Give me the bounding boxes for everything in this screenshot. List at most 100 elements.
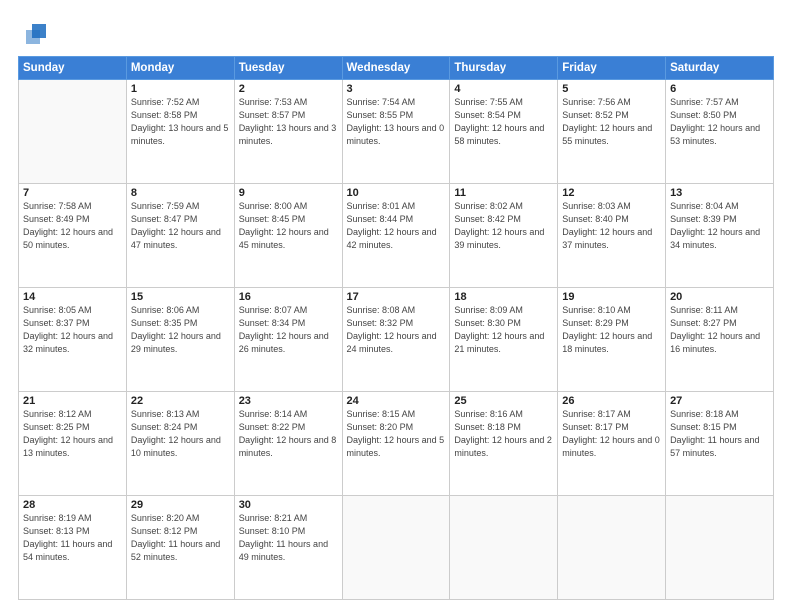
day-number: 11: [454, 187, 553, 199]
day-number: 7: [23, 187, 122, 199]
calendar-day-cell: 3Sunrise: 7:54 AMSunset: 8:55 PMDaylight…: [342, 80, 450, 184]
calendar-week-row: 1Sunrise: 7:52 AMSunset: 8:58 PMDaylight…: [19, 80, 774, 184]
calendar-day-cell: 19Sunrise: 8:10 AMSunset: 8:29 PMDayligh…: [558, 288, 666, 392]
day-number: 25: [454, 395, 553, 407]
calendar-day-cell: 18Sunrise: 8:09 AMSunset: 8:30 PMDayligh…: [450, 288, 558, 392]
day-number: 30: [239, 499, 338, 511]
day-number: 26: [562, 395, 661, 407]
day-number: 9: [239, 187, 338, 199]
day-number: 12: [562, 187, 661, 199]
day-info: Sunrise: 8:17 AMSunset: 8:17 PMDaylight:…: [562, 408, 661, 460]
day-number: 16: [239, 291, 338, 303]
calendar-day-cell: 23Sunrise: 8:14 AMSunset: 8:22 PMDayligh…: [234, 392, 342, 496]
day-number: 1: [131, 83, 230, 95]
calendar-day-header: Friday: [558, 57, 666, 80]
calendar-day-header: Thursday: [450, 57, 558, 80]
calendar-day-header: Saturday: [666, 57, 774, 80]
day-info: Sunrise: 8:21 AMSunset: 8:10 PMDaylight:…: [239, 512, 338, 564]
day-number: 14: [23, 291, 122, 303]
day-info: Sunrise: 7:55 AMSunset: 8:54 PMDaylight:…: [454, 96, 553, 148]
day-number: 22: [131, 395, 230, 407]
day-number: 4: [454, 83, 553, 95]
day-info: Sunrise: 8:18 AMSunset: 8:15 PMDaylight:…: [670, 408, 769, 460]
calendar-day-header: Sunday: [19, 57, 127, 80]
calendar-header-row: SundayMondayTuesdayWednesdayThursdayFrid…: [19, 57, 774, 80]
day-number: 27: [670, 395, 769, 407]
calendar-week-row: 14Sunrise: 8:05 AMSunset: 8:37 PMDayligh…: [19, 288, 774, 392]
day-info: Sunrise: 8:16 AMSunset: 8:18 PMDaylight:…: [454, 408, 553, 460]
day-number: 23: [239, 395, 338, 407]
day-info: Sunrise: 8:00 AMSunset: 8:45 PMDaylight:…: [239, 200, 338, 252]
calendar-day-cell: [19, 80, 127, 184]
day-number: 28: [23, 499, 122, 511]
day-number: 24: [347, 395, 446, 407]
day-info: Sunrise: 8:15 AMSunset: 8:20 PMDaylight:…: [347, 408, 446, 460]
calendar-day-cell: 29Sunrise: 8:20 AMSunset: 8:12 PMDayligh…: [126, 496, 234, 600]
calendar-day-cell: 16Sunrise: 8:07 AMSunset: 8:34 PMDayligh…: [234, 288, 342, 392]
calendar-day-cell: [450, 496, 558, 600]
day-info: Sunrise: 8:01 AMSunset: 8:44 PMDaylight:…: [347, 200, 446, 252]
day-number: 6: [670, 83, 769, 95]
day-info: Sunrise: 8:07 AMSunset: 8:34 PMDaylight:…: [239, 304, 338, 356]
day-info: Sunrise: 8:03 AMSunset: 8:40 PMDaylight:…: [562, 200, 661, 252]
calendar-day-cell: 17Sunrise: 8:08 AMSunset: 8:32 PMDayligh…: [342, 288, 450, 392]
calendar-day-cell: 7Sunrise: 7:58 AMSunset: 8:49 PMDaylight…: [19, 184, 127, 288]
day-number: 29: [131, 499, 230, 511]
day-info: Sunrise: 8:19 AMSunset: 8:13 PMDaylight:…: [23, 512, 122, 564]
day-number: 17: [347, 291, 446, 303]
calendar-day-cell: 20Sunrise: 8:11 AMSunset: 8:27 PMDayligh…: [666, 288, 774, 392]
calendar-day-cell: 9Sunrise: 8:00 AMSunset: 8:45 PMDaylight…: [234, 184, 342, 288]
logo: [18, 22, 50, 48]
day-info: Sunrise: 7:53 AMSunset: 8:57 PMDaylight:…: [239, 96, 338, 148]
calendar-day-cell: 24Sunrise: 8:15 AMSunset: 8:20 PMDayligh…: [342, 392, 450, 496]
calendar-day-cell: [342, 496, 450, 600]
day-info: Sunrise: 8:11 AMSunset: 8:27 PMDaylight:…: [670, 304, 769, 356]
day-info: Sunrise: 7:58 AMSunset: 8:49 PMDaylight:…: [23, 200, 122, 252]
calendar-week-row: 7Sunrise: 7:58 AMSunset: 8:49 PMDaylight…: [19, 184, 774, 288]
calendar-day-header: Monday: [126, 57, 234, 80]
calendar-day-cell: 26Sunrise: 8:17 AMSunset: 8:17 PMDayligh…: [558, 392, 666, 496]
day-info: Sunrise: 8:10 AMSunset: 8:29 PMDaylight:…: [562, 304, 661, 356]
day-info: Sunrise: 7:57 AMSunset: 8:50 PMDaylight:…: [670, 96, 769, 148]
day-info: Sunrise: 7:54 AMSunset: 8:55 PMDaylight:…: [347, 96, 446, 148]
day-number: 18: [454, 291, 553, 303]
day-number: 13: [670, 187, 769, 199]
day-info: Sunrise: 8:05 AMSunset: 8:37 PMDaylight:…: [23, 304, 122, 356]
calendar-day-cell: 5Sunrise: 7:56 AMSunset: 8:52 PMDaylight…: [558, 80, 666, 184]
day-info: Sunrise: 8:13 AMSunset: 8:24 PMDaylight:…: [131, 408, 230, 460]
page: SundayMondayTuesdayWednesdayThursdayFrid…: [0, 0, 792, 612]
day-info: Sunrise: 8:04 AMSunset: 8:39 PMDaylight:…: [670, 200, 769, 252]
calendar-day-cell: 11Sunrise: 8:02 AMSunset: 8:42 PMDayligh…: [450, 184, 558, 288]
calendar-day-cell: 6Sunrise: 7:57 AMSunset: 8:50 PMDaylight…: [666, 80, 774, 184]
calendar-day-cell: 12Sunrise: 8:03 AMSunset: 8:40 PMDayligh…: [558, 184, 666, 288]
day-info: Sunrise: 8:02 AMSunset: 8:42 PMDaylight:…: [454, 200, 553, 252]
day-number: 2: [239, 83, 338, 95]
day-info: Sunrise: 8:08 AMSunset: 8:32 PMDaylight:…: [347, 304, 446, 356]
day-info: Sunrise: 8:09 AMSunset: 8:30 PMDaylight:…: [454, 304, 553, 356]
calendar-day-cell: 15Sunrise: 8:06 AMSunset: 8:35 PMDayligh…: [126, 288, 234, 392]
day-info: Sunrise: 8:20 AMSunset: 8:12 PMDaylight:…: [131, 512, 230, 564]
calendar-day-cell: 14Sunrise: 8:05 AMSunset: 8:37 PMDayligh…: [19, 288, 127, 392]
day-info: Sunrise: 8:14 AMSunset: 8:22 PMDaylight:…: [239, 408, 338, 460]
calendar-day-cell: 4Sunrise: 7:55 AMSunset: 8:54 PMDaylight…: [450, 80, 558, 184]
calendar-day-cell: 28Sunrise: 8:19 AMSunset: 8:13 PMDayligh…: [19, 496, 127, 600]
calendar-day-cell: 2Sunrise: 7:53 AMSunset: 8:57 PMDaylight…: [234, 80, 342, 184]
header: [18, 18, 774, 48]
day-info: Sunrise: 7:52 AMSunset: 8:58 PMDaylight:…: [131, 96, 230, 148]
day-number: 10: [347, 187, 446, 199]
calendar-day-cell: [558, 496, 666, 600]
calendar-day-cell: 13Sunrise: 8:04 AMSunset: 8:39 PMDayligh…: [666, 184, 774, 288]
calendar-day-header: Tuesday: [234, 57, 342, 80]
day-number: 20: [670, 291, 769, 303]
day-number: 21: [23, 395, 122, 407]
day-number: 8: [131, 187, 230, 199]
calendar-day-header: Wednesday: [342, 57, 450, 80]
day-number: 15: [131, 291, 230, 303]
logo-icon: [22, 20, 50, 48]
calendar-day-cell: 10Sunrise: 8:01 AMSunset: 8:44 PMDayligh…: [342, 184, 450, 288]
day-info: Sunrise: 7:59 AMSunset: 8:47 PMDaylight:…: [131, 200, 230, 252]
day-number: 5: [562, 83, 661, 95]
calendar-day-cell: 1Sunrise: 7:52 AMSunset: 8:58 PMDaylight…: [126, 80, 234, 184]
day-info: Sunrise: 8:06 AMSunset: 8:35 PMDaylight:…: [131, 304, 230, 356]
day-info: Sunrise: 8:12 AMSunset: 8:25 PMDaylight:…: [23, 408, 122, 460]
